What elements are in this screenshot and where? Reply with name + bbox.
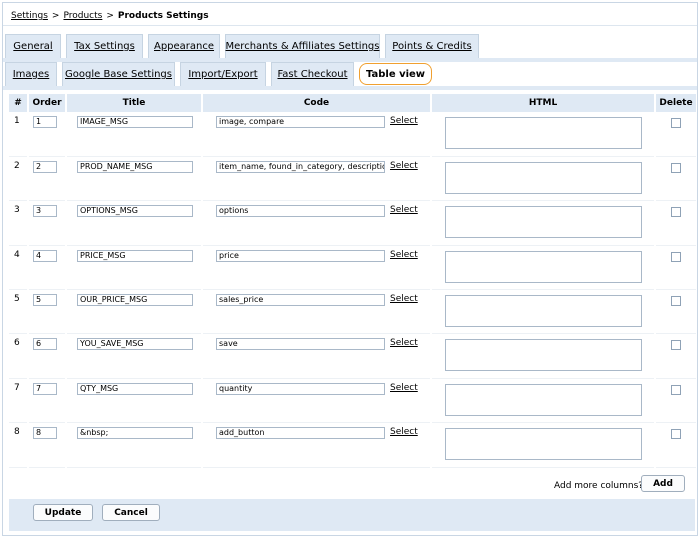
add-more-columns-label: Add more columns? [554,481,644,491]
tab-merchants-affiliates[interactable]: Merchants & Affiliates Settings [225,34,380,58]
table-row: 2 2 PROD_NAME_MSG item_name, found_in_ca… [7,156,696,202]
row-number: 1 [7,112,28,157]
header-title: Title [65,94,202,112]
breadcrumb-link-settings[interactable]: Settings [11,11,48,21]
order-input[interactable]: 5 [33,294,57,307]
select-link[interactable]: Select [390,294,418,304]
settings-page: Settings > Products > Products Settings Gene… [2,2,698,536]
table-row: 5 5 OUR_PRICE_MSG sales_price Select [7,289,696,335]
code-input[interactable]: quantity [216,382,385,395]
delete-checkbox[interactable] [671,340,681,351]
table-row: 1 1 IMAGE_MSG image, compare Select [7,112,696,157]
tab-google-base-settings[interactable]: Google Base Settings [62,62,175,86]
tab-points-credits[interactable]: Points & Credits [385,34,479,58]
tab-import-export[interactable]: Import/Export [180,62,266,86]
delete-checkbox[interactable] [671,207,681,218]
code-input[interactable]: price [216,249,385,262]
breadcrumb-separator: > [106,11,114,21]
code-input[interactable]: options [216,205,385,218]
delete-checkbox[interactable] [671,384,681,395]
order-input[interactable]: 3 [33,205,57,218]
row-number: 2 [7,156,28,202]
select-link[interactable]: Select [390,161,418,171]
title-input[interactable]: &nbsp; [77,427,193,440]
header-html: HTML [430,94,655,112]
breadcrumb-link-products[interactable]: Products [63,11,102,21]
row-number: 5 [7,289,28,335]
html-textarea[interactable] [445,250,642,283]
breadcrumb: Settings > Products > Products Settings [11,11,209,21]
tabs-row-2: Images Google Base Settings Import/Expor… [5,62,437,86]
title-input[interactable]: QTY_MSG [77,382,193,395]
title-input[interactable]: IMAGE_MSG [77,116,193,128]
tab-fast-checkout[interactable]: Fast Checkout [271,62,354,86]
select-link[interactable]: Select [390,383,418,393]
header-order: Order [27,94,66,112]
table-row: 7 7 QTY_MSG quantity Select [7,378,696,424]
html-textarea[interactable] [445,295,642,328]
delete-checkbox[interactable] [671,429,681,440]
select-link[interactable]: Select [390,116,418,126]
add-button[interactable]: Add [641,475,685,492]
html-textarea[interactable] [445,428,642,461]
row-number: 4 [7,245,28,291]
code-input[interactable]: item_name, found_in_category, descriptio… [216,160,385,173]
code-input[interactable]: sales_price [216,294,385,307]
select-link[interactable]: Select [390,250,418,260]
table-row: 6 6 YOU_SAVE_MSG save Select [7,333,696,379]
delete-checkbox[interactable] [671,162,681,173]
columns-table: # Order Title Code HTML Delete 1 1 IMAGE… [7,94,696,468]
table-row: 8 8 &nbsp; add_button Select [7,422,696,468]
title-input[interactable]: PROD_NAME_MSG [77,160,193,173]
tab-tax-settings[interactable]: Tax Settings [66,34,143,58]
header-delete: Delete [654,94,696,112]
update-button[interactable]: Update [33,504,93,521]
select-link[interactable]: Select [390,427,418,437]
delete-checkbox[interactable] [671,296,681,307]
select-link[interactable]: Select [390,205,418,215]
tab-general[interactable]: General [5,34,61,58]
table-row: 3 3 OPTIONS_MSG options Select [7,200,696,246]
header-code: Code [201,94,431,112]
tab-images[interactable]: Images [5,62,57,86]
html-textarea[interactable] [445,383,642,416]
code-input[interactable]: image, compare [216,116,385,128]
order-input[interactable]: 4 [33,249,57,262]
breadcrumb-separator: > [51,11,60,21]
title-input[interactable]: PRICE_MSG [77,249,193,262]
code-input[interactable]: save [216,338,385,351]
table-header-row: # Order Title Code HTML Delete [7,94,696,112]
delete-checkbox[interactable] [671,251,681,262]
table-row: 4 4 PRICE_MSG price Select [7,245,696,291]
order-input[interactable]: 8 [33,427,57,440]
html-textarea[interactable] [445,339,642,372]
html-textarea[interactable] [445,161,642,194]
cancel-button[interactable]: Cancel [102,504,160,521]
order-input[interactable]: 1 [33,116,57,128]
tabs-row-2-bar [3,86,697,90]
header-num: # [7,94,28,112]
title-input[interactable]: YOU_SAVE_MSG [77,338,193,351]
delete-checkbox[interactable] [671,118,681,128]
tabs-row-1: General Tax Settings Appearance Merchant… [5,34,484,58]
order-input[interactable]: 2 [33,160,57,173]
tab-appearance[interactable]: Appearance [148,34,220,58]
title-input[interactable]: OUR_PRICE_MSG [77,294,193,307]
row-number: 6 [7,333,28,379]
order-input[interactable]: 6 [33,338,57,351]
title-input[interactable]: OPTIONS_MSG [77,205,193,218]
tab-table-view[interactable]: Table view [359,63,432,85]
row-number: 7 [7,378,28,424]
code-input[interactable]: add_button [216,427,385,440]
row-number: 8 [7,422,28,468]
breadcrumb-divider [3,25,697,26]
html-textarea[interactable] [445,117,642,149]
row-number: 3 [7,200,28,246]
order-input[interactable]: 7 [33,382,57,395]
page-title: Products Settings [117,11,209,21]
html-textarea[interactable] [445,206,642,239]
select-link[interactable]: Select [390,338,418,348]
